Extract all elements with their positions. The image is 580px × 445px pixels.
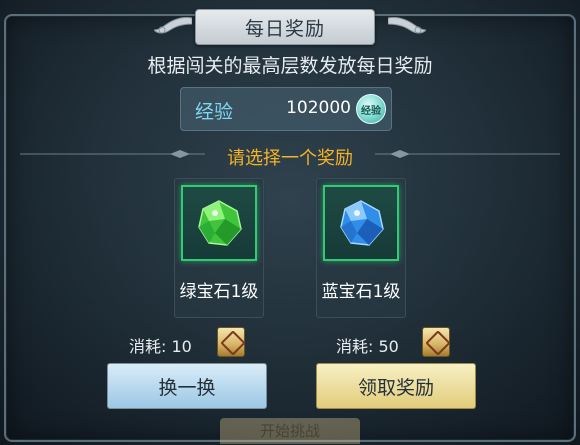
cost-value: 50 bbox=[378, 337, 399, 356]
cost-label: 消耗: bbox=[129, 337, 167, 356]
reward-slot bbox=[181, 185, 257, 261]
reward-option-green-gem[interactable]: 绿宝石1级 bbox=[174, 178, 264, 318]
cost-value: 10 bbox=[171, 337, 192, 356]
reward-name: 蓝宝石1级 bbox=[321, 282, 401, 302]
choose-reward-prompt: 请选择一个奖励 bbox=[227, 148, 353, 169]
currency-token-icon bbox=[422, 327, 450, 357]
claim-cost: 消耗: 50 bbox=[336, 333, 399, 357]
claim-reward-button[interactable]: 领取奖励 bbox=[316, 363, 476, 409]
experience-reward-box: 经验 102000 经验 bbox=[180, 87, 392, 131]
reward-slot bbox=[323, 185, 399, 261]
swap-button[interactable]: 换一换 bbox=[107, 363, 267, 409]
left-ornament-icon bbox=[154, 17, 192, 34]
reward-option-blue-gem[interactable]: 蓝宝石1级 bbox=[316, 178, 406, 318]
reward-name: 绿宝石1级 bbox=[179, 282, 259, 302]
swap-cost: 消耗: 10 bbox=[129, 333, 192, 357]
cost-label: 消耗: bbox=[336, 337, 374, 356]
green-gem-icon bbox=[198, 200, 242, 246]
daily-reward-dialog: 开始挑战 每日奖励 根据闯关的最高层数发放每日奖励 经验 102000 经验 请… bbox=[0, 0, 580, 445]
experience-label: 经验 bbox=[195, 101, 234, 123]
experience-coin-icon: 经验 bbox=[356, 94, 386, 124]
experience-value: 102000 bbox=[286, 98, 351, 118]
right-ornament-icon bbox=[388, 17, 426, 34]
blue-gem-icon bbox=[340, 200, 384, 246]
dialog-frame bbox=[4, 14, 576, 442]
currency-token-icon bbox=[217, 327, 245, 357]
dialog-title: 每日奖励 bbox=[195, 9, 375, 45]
background-start-challenge-tab: 开始挑战 bbox=[220, 418, 360, 444]
dialog-subtitle: 根据闯关的最高层数发放每日奖励 bbox=[147, 55, 433, 77]
